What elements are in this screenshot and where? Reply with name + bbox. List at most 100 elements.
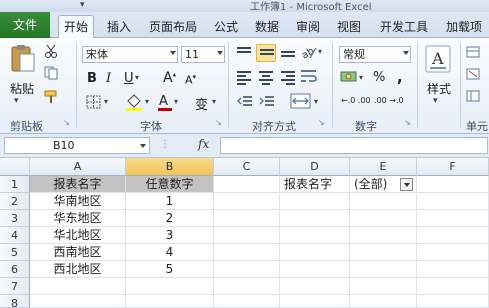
comma-button[interactable]: , bbox=[397, 68, 403, 86]
table-cell-number[interactable]: 5 bbox=[126, 261, 214, 278]
empty-cell[interactable] bbox=[350, 261, 417, 278]
orientation-icon[interactable]: ab bbox=[300, 44, 318, 63]
decrease-indent-icon[interactable] bbox=[237, 95, 253, 112]
table-cell-name[interactable]: 华东地区 bbox=[30, 210, 126, 227]
grow-font-button[interactable]: A▴ bbox=[163, 70, 176, 86]
cut-icon[interactable] bbox=[44, 44, 58, 61]
tab-home[interactable]: 开始 bbox=[58, 15, 94, 39]
copy-icon[interactable] bbox=[44, 66, 60, 83]
column-header-f[interactable]: F bbox=[417, 158, 489, 176]
tab-view[interactable]: 视图 bbox=[334, 16, 364, 38]
cell-f1[interactable] bbox=[417, 176, 489, 193]
tab-review[interactable]: 审阅 bbox=[293, 16, 323, 38]
paste-dropdown-icon[interactable]: ▾ bbox=[14, 96, 19, 106]
empty-cell[interactable] bbox=[417, 295, 489, 308]
styles-button[interactable]: A bbox=[424, 44, 452, 77]
font-name-select[interactable]: 宋体 bbox=[82, 46, 178, 63]
paste-button[interactable] bbox=[10, 44, 36, 77]
empty-cell[interactable] bbox=[214, 295, 280, 308]
underline-button[interactable]: U bbox=[124, 71, 134, 86]
table-cell-name[interactable]: 西北地区 bbox=[30, 261, 126, 278]
tab-addins[interactable]: 加载项 bbox=[442, 16, 486, 38]
align-right-icon[interactable] bbox=[281, 71, 295, 87]
table-cell-number[interactable]: 2 bbox=[126, 210, 214, 227]
tab-developer[interactable]: 开发工具 bbox=[376, 16, 432, 38]
empty-cell[interactable] bbox=[280, 193, 350, 210]
number-format-select[interactable]: 常规 bbox=[339, 46, 411, 63]
row-header[interactable]: 6 bbox=[0, 261, 30, 278]
merge-dropdown-icon[interactable]: ▾ bbox=[314, 97, 318, 106]
row-header[interactable]: 4 bbox=[0, 227, 30, 244]
row-header[interactable]: 3 bbox=[0, 210, 30, 227]
font-color-icon[interactable]: A bbox=[157, 93, 173, 114]
merge-center-icon[interactable] bbox=[290, 93, 312, 112]
alignment-launcher-icon[interactable]: ↘ bbox=[318, 118, 325, 127]
align-bottom-icon[interactable] bbox=[281, 51, 295, 59]
column-header-b[interactable]: B bbox=[126, 158, 214, 176]
cell-d1[interactable]: 报表名字 bbox=[280, 176, 350, 193]
table-cell-name[interactable]: 西南地区 bbox=[30, 244, 126, 261]
formula-input[interactable] bbox=[220, 137, 488, 154]
font-size-select[interactable]: 11 bbox=[181, 46, 225, 63]
empty-cell[interactable] bbox=[417, 244, 489, 261]
fill-color-dropdown-icon[interactable]: ▾ bbox=[145, 97, 149, 106]
decrease-decimal-button[interactable]: .00 →.0 bbox=[374, 97, 404, 105]
align-center-icon[interactable] bbox=[259, 71, 273, 87]
tab-file[interactable]: 文件 bbox=[0, 12, 50, 38]
align-middle-icon[interactable] bbox=[256, 44, 276, 62]
delete-cells-icon[interactable] bbox=[466, 68, 480, 83]
number-launcher-icon[interactable]: ↘ bbox=[404, 118, 411, 127]
empty-cell[interactable] bbox=[417, 227, 489, 244]
cell-c1[interactable] bbox=[214, 176, 280, 193]
underline-dropdown-icon[interactable]: ▾ bbox=[135, 73, 139, 82]
tab-page-layout[interactable]: 页面布局 bbox=[145, 16, 201, 38]
insert-cells-icon[interactable] bbox=[466, 46, 480, 61]
empty-cell[interactable] bbox=[30, 278, 126, 295]
border-icon[interactable] bbox=[86, 95, 102, 112]
currency-icon[interactable] bbox=[340, 69, 358, 88]
font-color-dropdown-icon[interactable]: ▾ bbox=[174, 97, 178, 106]
row-header[interactable]: 1 bbox=[0, 176, 30, 193]
quick-access-dropdown[interactable]: ▾ bbox=[80, 0, 85, 10]
empty-cell[interactable] bbox=[350, 244, 417, 261]
wrap-text-icon[interactable] bbox=[300, 68, 318, 87]
orientation-dropdown-icon[interactable]: ▾ bbox=[318, 47, 322, 56]
empty-cell[interactable] bbox=[280, 278, 350, 295]
table-cell-number[interactable]: 1 bbox=[126, 193, 214, 210]
shrink-font-button[interactable]: A▾ bbox=[185, 73, 196, 87]
italic-button[interactable]: I bbox=[106, 71, 111, 86]
formula-bar-splitter[interactable]: ⋮ bbox=[160, 139, 170, 150]
percent-button[interactable]: % bbox=[373, 70, 385, 85]
table-cell-number[interactable]: 4 bbox=[126, 244, 214, 261]
cell-a1[interactable]: 报表名字 bbox=[30, 176, 126, 193]
border-dropdown-icon[interactable]: ▾ bbox=[104, 97, 108, 106]
filter-dropdown-button[interactable] bbox=[400, 178, 413, 191]
tab-insert[interactable]: 插入 bbox=[103, 16, 135, 38]
empty-cell[interactable] bbox=[214, 278, 280, 295]
bold-button[interactable]: B bbox=[87, 71, 97, 86]
increase-indent-icon[interactable] bbox=[259, 95, 275, 112]
column-header-d[interactable]: D bbox=[280, 158, 350, 176]
name-box[interactable]: B10 bbox=[4, 137, 150, 154]
table-cell-name[interactable]: 华北地区 bbox=[30, 227, 126, 244]
column-header-e[interactable]: E bbox=[350, 158, 417, 176]
align-top-icon[interactable] bbox=[237, 47, 251, 59]
table-cell-name[interactable]: 华南地区 bbox=[30, 193, 126, 210]
empty-cell[interactable] bbox=[280, 210, 350, 227]
empty-cell[interactable] bbox=[214, 210, 280, 227]
empty-cell[interactable] bbox=[214, 261, 280, 278]
empty-cell[interactable] bbox=[280, 244, 350, 261]
empty-cell[interactable] bbox=[350, 227, 417, 244]
empty-cell[interactable] bbox=[214, 227, 280, 244]
empty-cell[interactable] bbox=[126, 278, 214, 295]
tab-data[interactable]: 数据 bbox=[252, 16, 282, 38]
tab-formulas[interactable]: 公式 bbox=[211, 16, 241, 38]
empty-cell[interactable] bbox=[350, 278, 417, 295]
increase-decimal-button[interactable]: ←.0 .00 bbox=[341, 97, 371, 105]
insert-function-button[interactable]: fx bbox=[198, 137, 209, 151]
empty-cell[interactable] bbox=[30, 295, 126, 308]
clipboard-launcher-icon[interactable]: ↘ bbox=[63, 118, 70, 127]
fill-color-icon[interactable] bbox=[125, 93, 143, 114]
row-header[interactable]: 2 bbox=[0, 193, 30, 210]
empty-cell[interactable] bbox=[417, 210, 489, 227]
